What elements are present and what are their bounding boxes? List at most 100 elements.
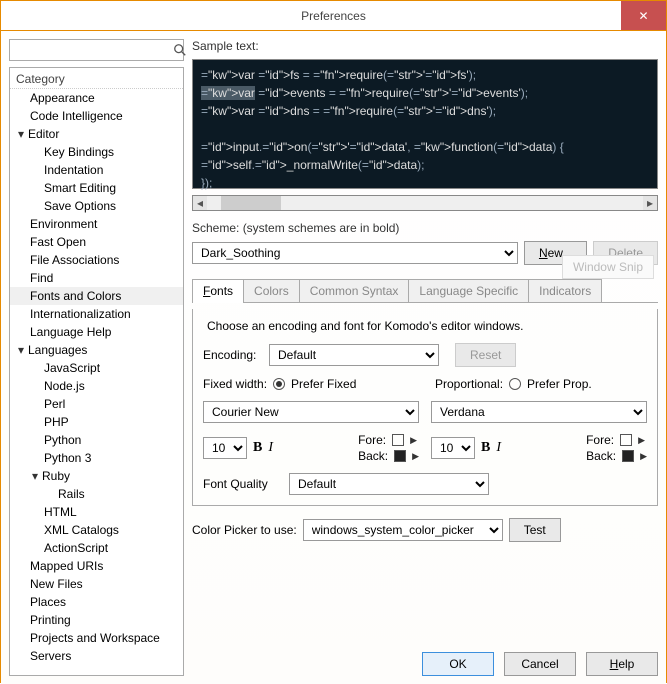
- tree-item[interactable]: Language Help: [10, 323, 183, 341]
- tree-toggle-icon[interactable]: ▾: [32, 468, 42, 484]
- tree-item[interactable]: Appearance: [10, 89, 183, 107]
- encoding-select[interactable]: Default: [269, 344, 439, 366]
- prop-bold-toggle[interactable]: B: [481, 440, 490, 456]
- tree-item[interactable]: Printing: [10, 611, 183, 629]
- tree-item[interactable]: ActionScript: [10, 539, 183, 557]
- tree-item[interactable]: ▾Ruby: [10, 467, 183, 485]
- tab-colors[interactable]: Colors: [243, 279, 300, 302]
- close-button[interactable]: ✕: [621, 1, 666, 30]
- sample-label: Sample text:: [192, 39, 658, 53]
- category-tree[interactable]: Category AppearanceCode Intelligence▾Edi…: [9, 67, 184, 676]
- tab-common-syntax[interactable]: Common Syntax: [299, 279, 410, 302]
- tree-item-label: Language Help: [30, 325, 111, 339]
- tree-item[interactable]: Key Bindings: [10, 143, 183, 161]
- prefer-fixed-label: Prefer Fixed: [291, 377, 356, 391]
- tree-toggle-icon[interactable]: ▾: [18, 342, 28, 358]
- fixed-bold-toggle[interactable]: B: [253, 440, 262, 456]
- search-input[interactable]: [10, 40, 173, 60]
- tree-item[interactable]: Rails: [10, 485, 183, 503]
- tab-language-specific[interactable]: Language Specific: [408, 279, 529, 302]
- prop-fore-checkbox[interactable]: [620, 434, 632, 446]
- tree-item[interactable]: Smart Editing: [10, 179, 183, 197]
- fixed-fore-checkbox[interactable]: [392, 434, 404, 446]
- color-picker-select[interactable]: windows_system_color_picker: [303, 519, 503, 541]
- tree-item[interactable]: Python: [10, 431, 183, 449]
- fixed-size-select[interactable]: 10: [203, 437, 247, 459]
- tree-item[interactable]: Servers: [10, 647, 183, 665]
- fixed-back-more-icon[interactable]: ▶: [412, 451, 419, 462]
- tree-item[interactable]: PHP: [10, 413, 183, 431]
- tree-item[interactable]: Fonts and Colors: [10, 287, 183, 305]
- tree-item[interactable]: Save Options: [10, 197, 183, 215]
- tree-item[interactable]: Environment: [10, 215, 183, 233]
- tab-indicators[interactable]: Indicators: [528, 279, 602, 302]
- tree-item[interactable]: ▾Languages: [10, 341, 183, 359]
- fixed-fore-more-icon[interactable]: ▶: [410, 435, 417, 446]
- font-quality-select[interactable]: Default: [289, 473, 489, 495]
- reset-button[interactable]: Reset: [455, 343, 516, 367]
- prop-back-more-icon[interactable]: ▶: [640, 451, 647, 462]
- prop-fore-more-icon[interactable]: ▶: [638, 435, 645, 446]
- tree-item-label: Servers: [30, 649, 71, 663]
- tree-item[interactable]: Fast Open: [10, 233, 183, 251]
- tree-item-label: Smart Editing: [44, 181, 116, 195]
- prefer-fixed-radio[interactable]: [273, 378, 285, 390]
- tree-toggle-icon[interactable]: ▾: [18, 126, 28, 142]
- tree-item-label: Projects and Workspace: [30, 631, 160, 645]
- tree-item-label: File Associations: [30, 253, 119, 267]
- tree-item[interactable]: Python 3: [10, 449, 183, 467]
- tree-item-label: Environment: [30, 217, 97, 231]
- tree-item-label: ActionScript: [44, 541, 108, 555]
- tree-item[interactable]: JavaScript: [10, 359, 183, 377]
- scroll-right-icon[interactable]: ▸: [643, 196, 657, 210]
- tree-item[interactable]: Places: [10, 593, 183, 611]
- tree-item[interactable]: ▾Editor: [10, 125, 183, 143]
- prop-font-select[interactable]: Verdana: [431, 401, 647, 423]
- tree-item[interactable]: Internationalization: [10, 305, 183, 323]
- tree-item[interactable]: Perl: [10, 395, 183, 413]
- size-row: 10 B I Fore: ▶ Back: ▶ 10 B I: [203, 433, 647, 463]
- prop-italic-toggle[interactable]: I: [496, 440, 501, 456]
- tab-fonts[interactable]: Fonts: [192, 279, 244, 302]
- prefer-prop-radio[interactable]: [509, 378, 521, 390]
- scheme-select[interactable]: Dark_Soothing: [192, 242, 518, 264]
- help-button[interactable]: Help: [586, 652, 658, 676]
- tree-item-label: Fonts and Colors: [30, 289, 121, 303]
- ok-button[interactable]: OK: [422, 652, 494, 676]
- tree-item[interactable]: New Files: [10, 575, 183, 593]
- tree-item[interactable]: File Associations: [10, 251, 183, 269]
- fixed-font-select[interactable]: Courier New: [203, 401, 419, 423]
- scroll-thumb[interactable]: [221, 196, 281, 210]
- cancel-button[interactable]: Cancel: [504, 652, 576, 676]
- tree-item[interactable]: HTML: [10, 503, 183, 521]
- prop-size-select[interactable]: 10: [431, 437, 475, 459]
- tabs: FontsColorsCommon SyntaxLanguage Specifi…: [192, 279, 658, 303]
- tree-item-label: Ruby: [42, 469, 70, 483]
- tree-item[interactable]: Projects and Workspace: [10, 629, 183, 647]
- tree-header: Category: [10, 70, 183, 89]
- tree-item-label: Key Bindings: [44, 145, 114, 159]
- sample-hscrollbar[interactable]: ◂ ▸: [192, 195, 658, 211]
- fixed-width-label: Fixed width:: [203, 377, 267, 391]
- test-button[interactable]: Test: [509, 518, 561, 542]
- tree-item[interactable]: Find: [10, 269, 183, 287]
- dialog-buttons: OK Cancel Help: [192, 644, 658, 676]
- tree-item[interactable]: Node.js: [10, 377, 183, 395]
- font-row: Courier New Verdana: [203, 401, 647, 423]
- tree-item[interactable]: Indentation: [10, 161, 183, 179]
- fixed-back-chip[interactable]: [394, 450, 406, 462]
- fonts-tabpanel: Choose an encoding and font for Komodo's…: [192, 309, 658, 506]
- tree-item-label: Indentation: [44, 163, 103, 177]
- fixed-italic-toggle[interactable]: I: [268, 440, 273, 456]
- back-label-left: Back:: [358, 449, 388, 463]
- prop-back-chip[interactable]: [622, 450, 634, 462]
- scroll-left-icon[interactable]: ◂: [193, 196, 207, 210]
- tree-item-label: Python 3: [44, 451, 91, 465]
- fore-label-left: Fore:: [358, 433, 386, 447]
- tree-item[interactable]: Mapped URIs: [10, 557, 183, 575]
- search-icon[interactable]: [173, 40, 187, 60]
- tree-item-label: Node.js: [44, 379, 85, 393]
- sample-text-box: ="kw">var ="id">fs = ="fn">require(="str…: [192, 59, 658, 189]
- tree-item[interactable]: XML Catalogs: [10, 521, 183, 539]
- tree-item[interactable]: Code Intelligence: [10, 107, 183, 125]
